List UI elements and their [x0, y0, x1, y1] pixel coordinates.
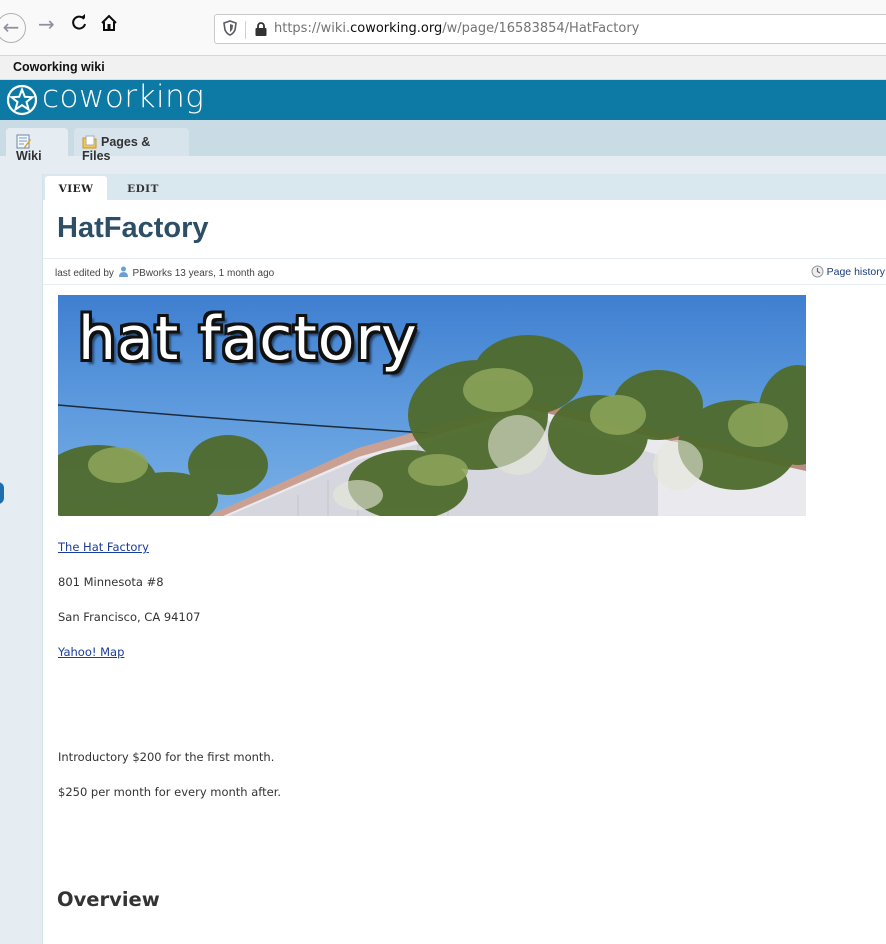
page-meta: last edited by PBworks 13 years, 1 month…: [43, 258, 886, 285]
page-title-bar: Coworking wiki: [0, 56, 886, 80]
price-line-2: $250 per month for every month after.: [58, 785, 282, 799]
hat-factory-banner-image: hat factory: [58, 295, 806, 516]
reload-button[interactable]: [70, 14, 88, 35]
main-navigation: Wiki Pages & Files: [0, 120, 886, 163]
overview-heading: Overview: [57, 888, 160, 911]
page-history-label: Page history: [826, 266, 885, 278]
yahoo-map-link[interactable]: Yahoo! Map: [58, 645, 124, 659]
url-text[interactable]: https://wiki.coworking.org/w/page/165838…: [274, 21, 639, 36]
folder-icon: [82, 135, 97, 149]
last-edited-user-link[interactable]: PBworks: [133, 268, 172, 279]
address-line-2: San Francisco, CA 94107: [58, 610, 201, 624]
url-prefix: https://wiki.: [274, 21, 351, 36]
url-separator: [245, 21, 246, 39]
content-tabs: VIEW EDIT: [43, 174, 886, 200]
tab-edit[interactable]: EDIT: [123, 176, 163, 200]
address-bar[interactable]: https://wiki.coworking.org/w/page/165838…: [214, 14, 886, 44]
banner-logo-text: hat factory: [78, 304, 418, 374]
sidebar-toggle-handle[interactable]: [0, 482, 4, 504]
clock-icon: [811, 265, 824, 278]
user-icon: [118, 266, 128, 277]
last-edited-info: last edited by PBworks 13 years, 1 month…: [55, 266, 274, 279]
last-edited-prefix: last edited by: [55, 268, 114, 279]
home-icon: [101, 14, 117, 31]
hat-factory-link[interactable]: The Hat Factory: [58, 540, 149, 554]
tab-wiki-label: Wiki: [16, 149, 42, 163]
star-logo-icon[interactable]: [6, 84, 38, 116]
reload-icon: [72, 14, 86, 30]
lock-icon[interactable]: [254, 21, 268, 37]
url-domain: coworking.org: [350, 21, 443, 36]
window-title: Coworking wiki: [13, 60, 105, 74]
tab-wiki[interactable]: Wiki: [6, 128, 68, 163]
last-edited-age: 13 years, 1 month ago: [174, 268, 275, 279]
tracking-shield-icon[interactable]: [223, 20, 237, 36]
home-button[interactable]: [100, 14, 118, 35]
forward-button[interactable]: →: [38, 14, 55, 34]
page-title: HatFactory: [57, 212, 209, 244]
back-button[interactable]: ←: [0, 13, 26, 43]
url-path: /w/page/16583854/HatFactory: [442, 21, 640, 36]
page-content: VIEW EDIT HatFactory last edited by PBwo…: [42, 174, 886, 944]
tab-pages-files[interactable]: Pages & Files: [74, 128, 189, 163]
tab-view[interactable]: VIEW: [45, 176, 107, 200]
site-logo-text[interactable]: coworking: [42, 79, 204, 115]
browser-toolbar: ← → https://wiki.coworking.org/w/page/16…: [0, 0, 886, 56]
wiki-page-icon: [16, 134, 31, 149]
price-line-1: Introductory $200 for the first month.: [58, 750, 275, 764]
address-line-1: 801 Minnesota #8: [58, 575, 164, 589]
page-history-link[interactable]: Page history: [811, 265, 885, 278]
site-header: coworking: [0, 79, 886, 120]
